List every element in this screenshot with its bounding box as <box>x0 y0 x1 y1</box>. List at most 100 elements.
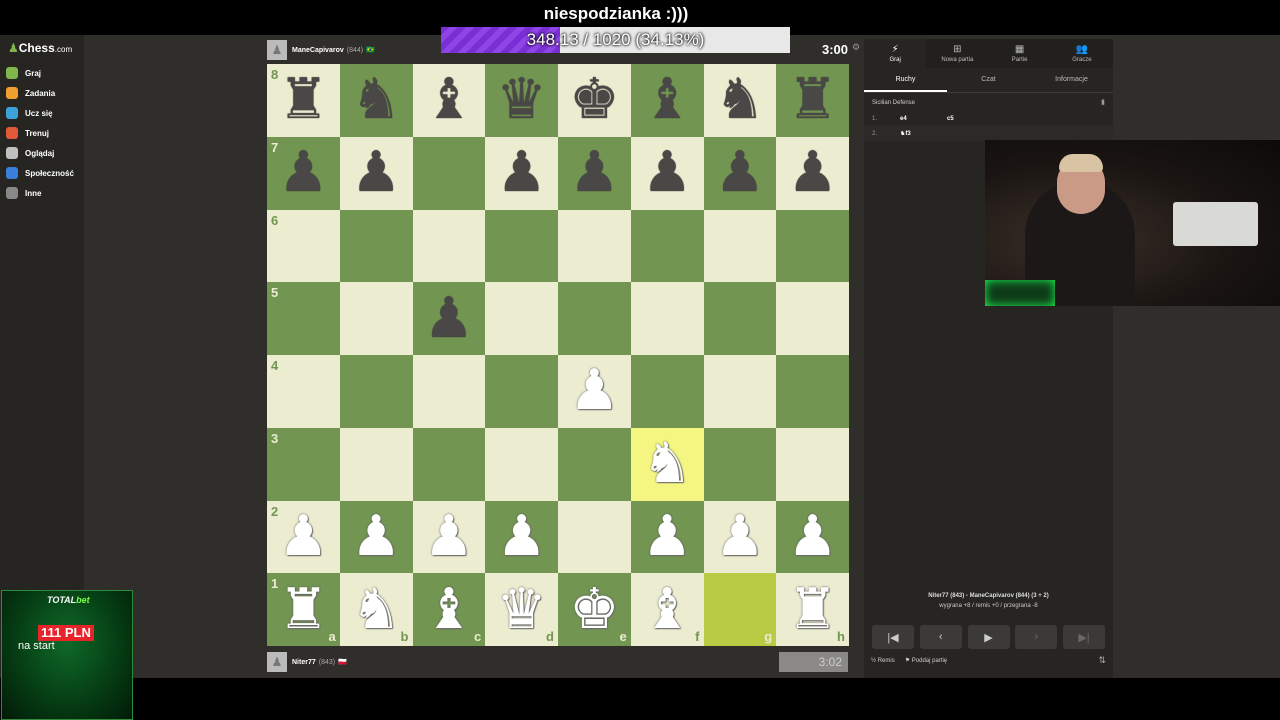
square-a7[interactable]: 7 ♟ <box>267 136 340 210</box>
panel-tab-2[interactable]: ▦ Partie <box>989 39 1051 68</box>
bottom-player-name[interactable]: Niter77 <box>292 659 316 666</box>
square-e6[interactable] <box>558 209 631 283</box>
square-f4[interactable] <box>630 355 704 428</box>
flip-board-icon[interactable]: ⇅ <box>1098 655 1106 666</box>
square-h6[interactable] <box>776 209 849 283</box>
white-knight-piece[interactable]: ♞ <box>642 436 692 492</box>
sidebar-item-6[interactable]: Inne <box>6 183 74 203</box>
square-b3[interactable] <box>339 427 413 501</box>
subtab-1[interactable]: Czat <box>947 68 1030 92</box>
square-b5[interactable] <box>339 282 413 355</box>
first-move-button[interactable]: |◀ <box>872 625 914 649</box>
black-pawn-piece[interactable]: ♟ <box>278 145 328 201</box>
white-pawn-piece[interactable]: ♟ <box>788 508 838 565</box>
black-pawn-piece[interactable]: ♟ <box>788 145 838 201</box>
square-c7[interactable] <box>412 136 486 210</box>
sidebar-item-2[interactable]: Ucz się <box>6 103 74 123</box>
black-rook-piece[interactable]: ♜ <box>788 72 838 128</box>
square-a2[interactable]: 2 ♟ <box>267 500 340 574</box>
square-a1[interactable]: 1 a ♜ <box>267 573 340 646</box>
black-queen-piece[interactable]: ♛ <box>497 72 547 128</box>
square-d4[interactable] <box>485 355 558 428</box>
square-b8[interactable]: ♞ <box>339 64 413 137</box>
square-c5[interactable]: ♟ <box>412 282 486 355</box>
black-king-piece[interactable]: ♚ <box>569 72 619 128</box>
draw-button[interactable]: ½ Remis <box>871 658 895 664</box>
move-white[interactable]: ♞f3 <box>900 130 947 137</box>
square-g5[interactable] <box>703 282 777 355</box>
resign-button[interactable]: ⚑ Poddaj partię <box>905 657 947 664</box>
square-a4[interactable]: 4 <box>267 355 340 428</box>
square-h3[interactable] <box>776 427 849 501</box>
square-g4[interactable] <box>703 355 777 428</box>
sidebar-item-3[interactable]: Trenuj <box>6 123 74 143</box>
top-player-avatar[interactable]: ♟ <box>267 40 287 60</box>
white-rook-piece[interactable]: ♜ <box>788 581 838 638</box>
white-pawn-piece[interactable]: ♟ <box>642 508 692 565</box>
sidebar-item-4[interactable]: Oglądaj <box>6 143 74 163</box>
book-icon[interactable]: ▮ <box>1101 95 1105 111</box>
sidebar-item-1[interactable]: Zadania <box>6 83 74 103</box>
square-h1[interactable]: h ♜ <box>776 573 849 646</box>
square-f6[interactable] <box>630 209 704 283</box>
white-king-piece[interactable]: ♚ <box>569 581 619 638</box>
square-c3[interactable] <box>412 427 486 501</box>
move-black[interactable]: c5 <box>947 116 954 122</box>
square-b6[interactable] <box>339 209 413 283</box>
square-f2[interactable]: ♟ <box>630 500 704 574</box>
square-g8[interactable]: ♞ <box>703 64 777 137</box>
panel-tab-1[interactable]: ⊞ Nowa partia <box>926 39 988 68</box>
next-move-button[interactable]: › <box>1015 625 1058 649</box>
square-h4[interactable] <box>776 355 849 428</box>
square-f5[interactable] <box>630 282 704 355</box>
white-pawn-piece[interactable]: ♟ <box>351 508 401 565</box>
square-a8[interactable]: 8 ♜ <box>267 64 340 137</box>
panel-tab-0[interactable]: ⚡ Graj <box>864 39 927 68</box>
top-player-name[interactable]: ManeCapivarov <box>292 47 344 54</box>
square-f1[interactable]: f ♝ <box>630 573 704 646</box>
settings-gear-icon[interactable]: ⚙ <box>852 42 860 53</box>
white-bishop-piece[interactable]: ♝ <box>642 581 692 638</box>
white-knight-piece[interactable]: ♞ <box>351 581 401 638</box>
black-pawn-piece[interactable]: ♟ <box>642 145 692 201</box>
sidebar-item-0[interactable]: Graj <box>6 63 74 83</box>
square-f3[interactable]: ♞ <box>630 427 704 501</box>
subtab-0[interactable]: Ruchy <box>864 68 947 92</box>
square-a3[interactable]: 3 <box>267 427 340 501</box>
square-e3[interactable] <box>558 427 631 501</box>
square-f8[interactable]: ♝ <box>630 64 704 137</box>
square-d1[interactable]: d ♛ <box>485 573 558 646</box>
panel-tab-3[interactable]: 👥 Gracze <box>1051 39 1113 68</box>
play-button[interactable]: ▶ <box>967 625 1010 649</box>
square-c8[interactable]: ♝ <box>412 64 486 137</box>
black-bishop-piece[interactable]: ♝ <box>642 72 692 128</box>
square-c2[interactable]: ♟ <box>412 500 486 574</box>
sponsor-ad[interactable]: TOTALbet 111 PLN na start <box>1 590 133 720</box>
square-d7[interactable]: ♟ <box>485 136 558 210</box>
sidebar-item-5[interactable]: Społeczność <box>6 163 74 183</box>
white-queen-piece[interactable]: ♛ <box>497 581 547 638</box>
square-b2[interactable]: ♟ <box>339 500 413 574</box>
white-rook-piece[interactable]: ♜ <box>278 581 328 638</box>
square-d8[interactable]: ♛ <box>485 64 558 137</box>
black-bishop-piece[interactable]: ♝ <box>424 72 474 128</box>
square-e1[interactable]: e ♚ <box>558 573 631 646</box>
square-h8[interactable]: ♜ <box>776 64 849 137</box>
square-g3[interactable] <box>703 427 777 501</box>
white-bishop-piece[interactable]: ♝ <box>424 581 474 638</box>
white-pawn-piece[interactable]: ♟ <box>715 508 765 565</box>
square-g1[interactable]: g <box>703 573 777 646</box>
square-e5[interactable] <box>558 282 631 355</box>
white-pawn-piece[interactable]: ♟ <box>569 363 619 419</box>
white-pawn-piece[interactable]: ♟ <box>424 508 474 565</box>
square-c1[interactable]: c ♝ <box>412 573 486 646</box>
black-pawn-piece[interactable]: ♟ <box>569 145 619 201</box>
square-b1[interactable]: b ♞ <box>339 573 413 646</box>
square-g2[interactable]: ♟ <box>703 500 777 574</box>
square-d3[interactable] <box>485 427 558 501</box>
black-rook-piece[interactable]: ♜ <box>278 72 328 128</box>
square-a5[interactable]: 5 <box>267 282 340 355</box>
bottom-player-avatar[interactable]: ♟ <box>267 652 287 672</box>
square-g7[interactable]: ♟ <box>703 136 777 210</box>
white-pawn-piece[interactable]: ♟ <box>497 508 547 565</box>
